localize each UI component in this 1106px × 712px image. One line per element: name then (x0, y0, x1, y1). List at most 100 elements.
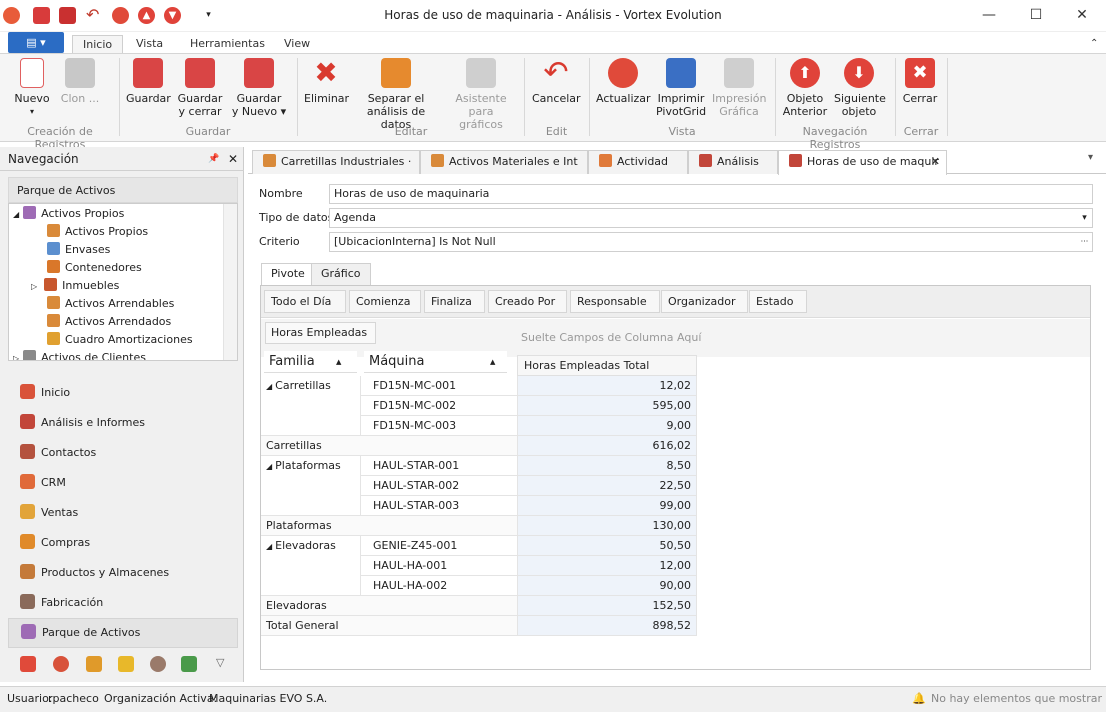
doc-tab-activos[interactable]: Activos Materiales e Int (420, 150, 588, 174)
shortcut-icon[interactable] (118, 656, 134, 672)
previous-object-button[interactable]: ⬆ Objeto Anterior (782, 58, 828, 118)
doc-tab-actividad[interactable]: Actividad (588, 150, 688, 174)
tree-item[interactable]: ◢ Activos Propios (13, 205, 124, 223)
tab-pivote[interactable]: Pivote (261, 263, 315, 286)
nav-item-contactos[interactable]: Contactos (20, 438, 96, 468)
maximize-button[interactable]: ☐ (1013, 0, 1059, 30)
bell-icon[interactable]: 🔔 (912, 687, 926, 711)
filter-field[interactable]: Creado Por (488, 290, 567, 313)
pivot-subtotal-value[interactable]: 130,00 (518, 516, 697, 536)
tipo-select[interactable]: Agenda ▾ (329, 208, 1093, 228)
chart-wizard-button[interactable]: Asistente para gráficos (446, 58, 516, 131)
pivot-value-cell[interactable]: 12,02 (518, 376, 697, 396)
save-button[interactable]: Guardar (126, 58, 171, 105)
file-menu-button[interactable]: ▤ ▾ (8, 32, 64, 53)
refresh-button[interactable]: Actualizar (596, 58, 651, 105)
pivot-value-cell[interactable]: 595,00 (518, 396, 697, 416)
pivot-value-cell[interactable]: 22,50 (518, 476, 697, 496)
tab-view[interactable]: View (274, 35, 320, 54)
collapse-icon[interactable]: ◢ (266, 542, 272, 551)
doc-tab-carretillas[interactable]: Carretillas Industriales · (252, 150, 420, 174)
pivot-value-cell[interactable]: 90,00 (518, 576, 697, 596)
pivot-group-header[interactable]: ◢ Plataformas (261, 456, 361, 516)
nav-item-compras[interactable]: Compras (20, 528, 90, 558)
pivot-value-cell[interactable]: 8,50 (518, 456, 697, 476)
nav-item-parque[interactable]: Parque de Activos (8, 618, 238, 648)
nav-item-ventas[interactable]: Ventas (20, 498, 78, 528)
pivot-value-cell[interactable]: 99,00 (518, 496, 697, 516)
tab-grafico[interactable]: Gráfico (311, 263, 371, 285)
tree-item[interactable]: Activos Arrendados (47, 313, 171, 331)
criterio-field[interactable]: [UbicacionInterna] Is Not Null ··· (329, 232, 1093, 252)
tree-item[interactable]: Envases (47, 241, 110, 259)
expand-icon[interactable]: ▷ (31, 282, 37, 291)
filter-field[interactable]: Todo el Día (264, 290, 346, 313)
nav-item-productos[interactable]: Productos y Almacenes (20, 558, 169, 588)
tab-inicio[interactable]: Inicio (72, 35, 124, 54)
tree-item[interactable]: ▷ Inmuebles (31, 277, 119, 295)
save-and-new-button[interactable]: Guardar y Nuevo ▾ (231, 58, 287, 118)
filter-field[interactable]: Organizador (661, 290, 748, 313)
cancel-button[interactable]: ↶ Cancelar (532, 55, 581, 106)
close-tab-icon[interactable]: ✕ (931, 151, 940, 173)
data-field[interactable]: Horas Empleadas (265, 322, 376, 344)
new-button[interactable]: Nuevo ▾ (12, 58, 52, 118)
collapse-icon[interactable]: ◢ (266, 382, 272, 391)
close-panel-icon[interactable]: ✕ (228, 147, 238, 171)
tab-herramientas[interactable]: Herramientas (180, 35, 275, 54)
next-object-button[interactable]: ⬇ Siguiente objeto (834, 58, 886, 118)
pivot-value-cell[interactable]: 50,50 (518, 536, 697, 556)
tree-item[interactable]: Cuadro Amortizaciones (47, 331, 193, 349)
collapse-icon[interactable]: ◢ (266, 462, 272, 471)
nav-item-fabricacion[interactable]: Fabricación (20, 588, 103, 618)
pivot-group-header[interactable]: ◢ Carretillas (261, 376, 361, 436)
pivot-group-header[interactable]: ◢ Elevadoras (261, 536, 361, 596)
print-chart-button[interactable]: Impresión Gráfica (712, 58, 766, 118)
more-shortcuts-icon[interactable]: ▽ (216, 656, 224, 669)
pivot-subtotal-value[interactable]: 616,02 (518, 436, 697, 456)
pivot-value-cell[interactable]: 12,00 (518, 556, 697, 576)
ellipsis-icon[interactable]: ··· (1077, 233, 1092, 251)
nav-item-inicio[interactable]: Inicio (20, 378, 70, 408)
tree-item[interactable]: ▷ Activos de Clientes (13, 349, 146, 360)
close-window-button[interactable]: ✕ (1059, 0, 1105, 30)
pivot-subtotal-value[interactable]: 152,50 (518, 596, 697, 616)
nombre-field[interactable]: Horas de uso de maquinaria (329, 184, 1093, 204)
save-and-close-button[interactable]: Guardar y cerrar (177, 58, 223, 118)
pivot-grand-total-value[interactable]: 898,52 (518, 616, 697, 636)
shortcut-icon[interactable] (181, 656, 197, 672)
shortcut-icon[interactable] (53, 656, 69, 672)
filter-field[interactable]: Comienza (349, 290, 421, 313)
chevron-down-icon[interactable]: ▾ (1077, 209, 1092, 227)
tree-scrollbar[interactable] (223, 204, 237, 360)
print-pivotgrid-button[interactable]: Imprimir PivotGrid (656, 58, 706, 118)
close-button[interactable]: ✖ Cerrar (900, 58, 940, 105)
shortcut-icon[interactable] (150, 656, 166, 672)
expand-icon[interactable]: ▷ (13, 354, 19, 360)
status-bar: Usuario: rpacheco Organización Activa: M… (0, 686, 1106, 712)
undo-icon: ↶ (543, 55, 569, 90)
pivot-value-cell[interactable]: 9,00 (518, 416, 697, 436)
minimize-button[interactable]: — (966, 0, 1012, 30)
pin-icon[interactable]: 📌 (208, 147, 219, 171)
shortcut-icon[interactable] (86, 656, 102, 672)
nav-item-analisis[interactable]: Análisis e Informes (20, 408, 145, 438)
building-icon (44, 278, 58, 291)
collapse-ribbon-icon[interactable]: ⌃ (1080, 35, 1106, 54)
filter-field[interactable]: Finaliza (424, 290, 485, 313)
delete-button[interactable]: ✖ Eliminar (304, 58, 349, 106)
filter-field[interactable]: Responsable (570, 290, 660, 313)
tree-item[interactable]: Activos Propios (47, 223, 148, 241)
doc-tab-horas[interactable]: Horas de uso de maquir ✕ (778, 150, 947, 175)
filter-field[interactable]: Estado (749, 290, 807, 313)
nav-item-crm[interactable]: CRM (20, 468, 66, 498)
tab-vista[interactable]: Vista (126, 35, 173, 54)
tree-item[interactable]: Contenedores (47, 259, 142, 277)
tab-list-dropdown-icon[interactable]: ▾ (1088, 152, 1093, 163)
shortcut-icon[interactable] (20, 656, 36, 672)
separate-analysis-button[interactable]: Separar el análisis de datos (354, 58, 438, 131)
clone-button[interactable]: Clon ... (58, 58, 102, 105)
tree-item[interactable]: Activos Arrendables (47, 295, 174, 313)
expand-icon[interactable]: ◢ (13, 210, 19, 219)
doc-tab-analisis[interactable]: Análisis (688, 150, 778, 174)
